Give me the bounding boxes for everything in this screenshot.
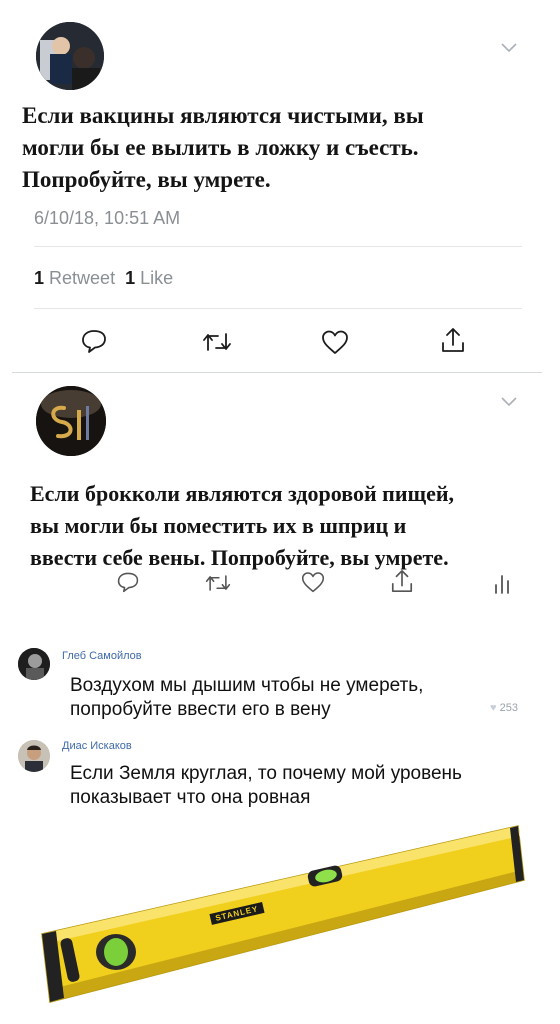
retweet-icon[interactable] [204, 572, 232, 594]
divider [34, 308, 522, 309]
divider [12, 372, 542, 373]
spirit-level-image [36, 822, 526, 1012]
comment-text-line: Если Земля круглая, то почему мой уровен… [70, 763, 462, 784]
comment2-avatar[interactable] [18, 740, 50, 772]
reply-icon[interactable] [80, 328, 108, 354]
tweet1-text-line: Если вакцины являются чистыми, вы [22, 103, 424, 128]
tweet2-text-line: Если брокколи являются здоровой пищей, [30, 481, 455, 506]
retweet-count[interactable]: 1 [34, 268, 44, 288]
like-icon[interactable] [320, 328, 350, 356]
chevron-down-icon[interactable] [500, 38, 518, 59]
share-icon[interactable] [390, 568, 414, 594]
tweet2-text-line: вы могли бы поместить их в шприц и [30, 513, 407, 538]
tweet1-text: Если вакцины являются чистыми, вы могли … [22, 100, 542, 196]
like-label[interactable]: Like [140, 268, 173, 288]
tweet1-stats: 1 Retweet 1 Like [34, 268, 173, 289]
comment1-avatar[interactable] [18, 648, 50, 680]
retweet-icon[interactable] [201, 330, 233, 354]
chevron-down-icon[interactable] [500, 392, 518, 413]
tweet2-text: Если брокколи являются здоровой пищей, в… [30, 478, 550, 574]
like-count[interactable]: 1 [125, 268, 135, 288]
like-icon[interactable] [300, 570, 326, 594]
reply-icon[interactable] [116, 570, 140, 594]
tweet1-text-line: Попробуйте, вы умрете. [22, 167, 271, 192]
comment1-author[interactable]: Глеб Самойлов [62, 650, 142, 662]
comment-text-line: показывает что она ровная [70, 787, 311, 808]
tweet1-text-line: могли бы ее вылить в ложку и съесть. [22, 135, 419, 160]
tweet1-avatar[interactable] [36, 22, 104, 90]
comment1-likes[interactable]: ♥ 253 [490, 702, 518, 714]
analytics-icon[interactable] [492, 572, 512, 594]
tweet2-avatar[interactable] [36, 386, 106, 456]
divider [34, 246, 522, 247]
comment-text-line: попробуйте ввести его в вену [70, 699, 331, 720]
share-icon[interactable] [440, 326, 466, 354]
comment1-text: Воздухом мы дышим чтобы не умереть, попр… [70, 674, 423, 722]
comment1-likes-count: 253 [499, 702, 518, 714]
comment2-text: Если Земля круглая, то почему мой уровен… [70, 762, 462, 810]
comment2-author[interactable]: Диас Искаков [62, 740, 132, 752]
retweet-label[interactable]: Retweet [49, 268, 115, 288]
heart-icon: ♥ [490, 702, 497, 714]
comment-text-line: Воздухом мы дышим чтобы не умереть, [70, 675, 424, 696]
tweet2-text-line: ввести себе вены. Попробуйте, вы умрете. [30, 545, 449, 570]
tweet1-timestamp[interactable]: 6/10/18, 10:51 AM [34, 208, 180, 229]
